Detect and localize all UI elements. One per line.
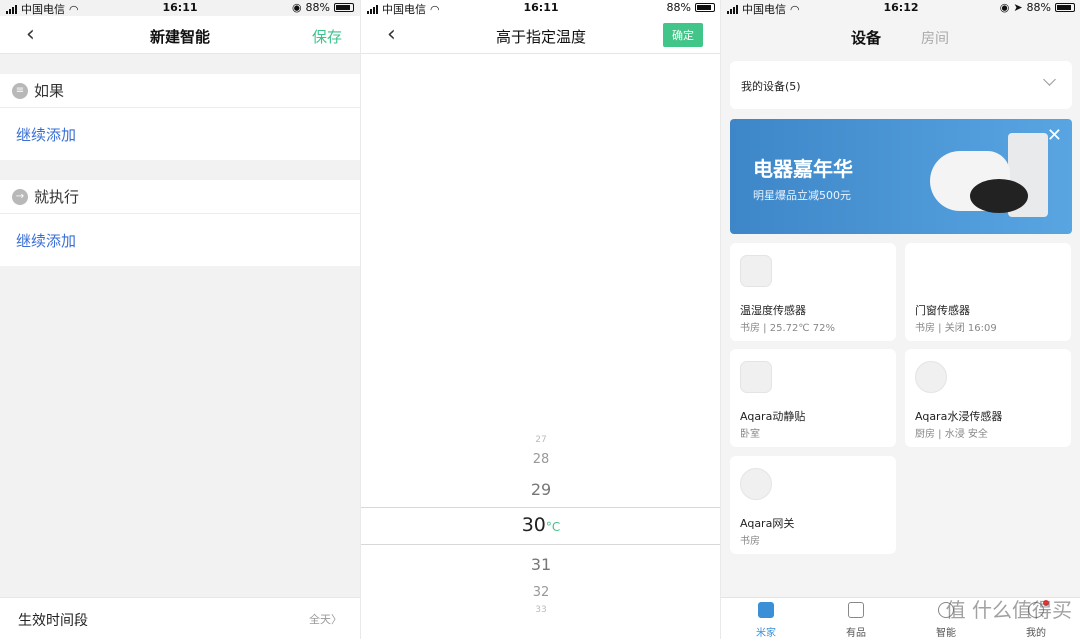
nav-label: 智能 — [936, 628, 956, 639]
nav-label: 有品 — [846, 628, 866, 639]
device-card[interactable]: 门窗传感器 书房 | 关闭 16:09 — [905, 243, 1071, 341]
chevron-down-icon — [1043, 73, 1056, 86]
then-label: 就执行 — [34, 188, 80, 206]
page-title: 新建智能 — [149, 28, 210, 46]
nav-youpin[interactable]: 有品 — [836, 602, 876, 639]
status-bar: 中国电信 ◠ 16:12 ◉ ➤ 88% — [721, 0, 1080, 16]
battery-percent: 88% — [305, 1, 330, 14]
device-card[interactable]: Aqara网关 书房 — [730, 456, 896, 554]
effective-time-value: 全天〉 — [309, 613, 342, 626]
banner-title: 电器嘉年华 — [753, 157, 853, 181]
vibration-sensor-icon — [740, 361, 772, 393]
picker-item[interactable]: 32 — [361, 585, 720, 600]
device-card[interactable]: Aqara水浸传感器 厨房 | 水浸 安全 — [905, 349, 1071, 447]
battery-percent: 88% — [666, 1, 691, 14]
picker-item[interactable]: 33 — [361, 605, 720, 613]
banner-subtitle: 明星爆品立减500元 — [753, 189, 851, 202]
promo-banner[interactable]: 电器嘉年华 明星爆品立减500元 ✕ — [730, 119, 1072, 234]
device-name: 温湿度传感器 — [740, 304, 806, 317]
watermark-logo: 值 什么值得买 — [945, 598, 1072, 622]
device-status: 厨房 | 水浸 安全 — [915, 429, 988, 440]
confirm-button[interactable]: 确定 — [663, 23, 703, 47]
thermometer-icon — [740, 255, 772, 287]
home-icon — [758, 602, 774, 618]
picker-item[interactable]: 31 — [361, 555, 720, 574]
effective-time-label: 生效时间段 — [18, 613, 88, 629]
save-button[interactable]: 保存 — [312, 26, 342, 47]
battery-percent: 88% — [1026, 1, 1051, 14]
status-bar: 中国电信 ◠ 16:11 ◉ 88% — [0, 0, 360, 16]
picker-selected-item[interactable]: 30°C — [361, 514, 720, 536]
status-bar: 中国电信 ◠ 16:11 88% — [361, 0, 720, 16]
if-add-button[interactable]: 继续添加 — [0, 108, 360, 160]
if-section-header: ≡ 如果 — [0, 74, 360, 108]
device-name: 门窗传感器 — [915, 304, 970, 317]
nav-label: 米家 — [756, 628, 776, 639]
tab-rooms[interactable]: 房间 — [921, 28, 949, 48]
nav-bar: ‹ 高于指定温度 确定 — [361, 16, 720, 54]
device-name: Aqara网关 — [740, 517, 795, 530]
unit-label: °C — [545, 520, 561, 534]
top-tabs: 设备 房间 — [721, 16, 1080, 56]
robot-vacuum-image — [970, 179, 1028, 213]
nav-mijia[interactable]: 米家 — [746, 602, 786, 639]
then-section-header: → 就执行 — [0, 180, 360, 214]
my-devices-dropdown[interactable]: 我的设备(5) — [730, 61, 1072, 109]
devices-screen: 中国电信 ◠ 16:12 ◉ ➤ 88% 设备 房间 我的设备(5) 电器嘉年华 明星… — [720, 0, 1080, 639]
picker-item[interactable]: 27 — [361, 435, 720, 443]
device-name: Aqara动静贴 — [740, 410, 806, 423]
picker-item[interactable]: 29 — [361, 480, 720, 499]
temperature-picker[interactable]: 27 28 29 30°C 31 32 33 — [361, 435, 720, 615]
temperature-threshold-screen: 中国电信 ◠ 16:11 88% ‹ 高于指定温度 确定 27 28 29 30°… — [360, 0, 720, 639]
device-card[interactable]: Aqara动静贴 卧室 — [730, 349, 896, 447]
device-status: 书房 | 25.72℃ 72% — [740, 323, 835, 334]
arrow-right-icon: → — [12, 188, 28, 205]
battery-icon — [695, 3, 715, 12]
new-smart-screen: 中国电信 ◠ 16:11 ◉ 88% ‹ 新建智能 保存 ≡ 如果 继续添加 → 就执行… — [0, 0, 360, 639]
battery-icon — [1055, 3, 1075, 12]
if-label: 如果 — [34, 82, 65, 100]
nav-bar: ‹ 新建智能 保存 — [0, 16, 360, 54]
orientation-lock-icon: ◉ — [999, 1, 1010, 14]
device-name: Aqara水浸传感器 — [915, 410, 1003, 423]
then-section: → 就执行 继续添加 — [0, 180, 360, 266]
close-icon[interactable]: ✕ — [1047, 125, 1062, 146]
location-icon: ➤ — [1013, 1, 1023, 14]
my-devices-label: 我的设备(5) — [741, 80, 801, 93]
picker-item[interactable]: 28 — [361, 452, 720, 467]
orientation-lock-icon: ◉ — [291, 1, 302, 14]
list-icon: ≡ — [12, 82, 28, 99]
if-section: ≡ 如果 继续添加 — [0, 74, 360, 160]
shopping-bag-icon — [848, 602, 864, 618]
device-status: 书房 — [740, 536, 760, 547]
device-status: 卧室 — [740, 429, 760, 440]
battery-icon — [334, 3, 354, 12]
door-sensor-icon — [915, 255, 947, 287]
nav-label: 我的 — [1026, 628, 1046, 639]
device-status: 书房 | 关闭 16:09 — [915, 323, 997, 334]
then-add-button[interactable]: 继续添加 — [0, 214, 360, 266]
device-card[interactable]: 温湿度传感器 书房 | 25.72℃ 72% — [730, 243, 896, 341]
gateway-icon — [740, 468, 772, 500]
effective-time-row[interactable]: 生效时间段 全天〉 — [0, 597, 360, 639]
selected-value: 30 — [521, 514, 546, 536]
water-drop-icon — [915, 361, 947, 393]
tab-devices[interactable]: 设备 — [851, 27, 881, 48]
